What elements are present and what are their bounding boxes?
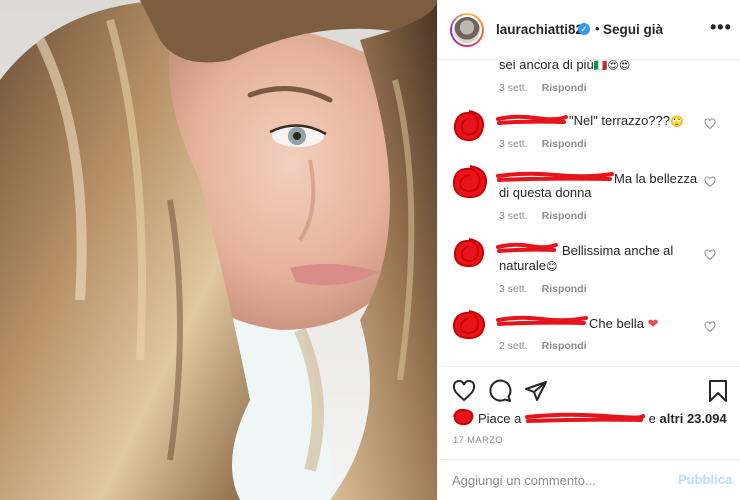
selfie-image — [0, 0, 437, 500]
comment-like-heart-icon[interactable] — [704, 118, 716, 130]
reply-button[interactable]: Rispondi — [542, 138, 587, 150]
redacted-avatar — [452, 310, 486, 340]
redacted-liker-avatar — [453, 408, 474, 426]
reply-button[interactable]: Rispondi — [542, 82, 587, 94]
heart-icon[interactable] — [452, 379, 476, 403]
comments-list[interactable]: sei ancora di più🇮🇹😍😍 3 sett. Rispondi "N… — [438, 60, 740, 366]
comment-text: Bellissima anche al — [562, 243, 674, 258]
likes-summary[interactable]: Piace a e altri 23.094 — [478, 411, 727, 426]
publish-button[interactable]: Pubblica — [678, 472, 732, 487]
redacted-username — [496, 171, 614, 182]
share-icon[interactable] — [524, 379, 548, 403]
comment-like-heart-icon[interactable] — [704, 249, 716, 261]
redacted-username — [496, 114, 568, 125]
separator-dot: • — [595, 21, 600, 36]
post-date[interactable]: 17 MARZO — [453, 435, 503, 446]
redacted-username — [496, 242, 558, 253]
comment-text: Ma la bellezza — [614, 171, 698, 186]
comment-text: Che bella ❤ — [589, 316, 659, 331]
comment-text-line2: naturale😊 — [499, 258, 558, 273]
comment-text-line2: di questa donna — [499, 185, 592, 200]
comment-meta: 2 sett. Rispondi — [499, 340, 587, 352]
comment-text: "Nel" terrazzo???🙄 — [569, 113, 684, 128]
reply-button[interactable]: Rispondi — [542, 340, 587, 352]
redacted-liker-name — [525, 412, 646, 423]
comment-time: 3 sett. — [499, 210, 528, 222]
comment-text: sei ancora di più🇮🇹😍😍 — [499, 60, 631, 72]
comment-time: 2 sett. — [499, 340, 528, 352]
more-options-icon[interactable]: ••• — [710, 17, 732, 38]
post-header: laurachiatti82 ✓ • Segui già ••• — [438, 0, 740, 60]
comment-time: 3 sett. — [499, 283, 528, 295]
username-link[interactable]: laurachiatti82 — [496, 22, 583, 37]
verified-badge-icon: ✓ — [578, 23, 590, 35]
comment-meta: 3 sett. Rispondi — [499, 210, 587, 222]
comment-meta: 3 sett. Rispondi — [499, 283, 587, 295]
following-button[interactable]: Segui già — [603, 22, 663, 37]
comment-meta: 3 sett. Rispondi — [499, 138, 587, 150]
post-photo[interactable] — [0, 0, 437, 500]
post-actions: Piace a e altri 23.094 17 MARZO Pubblica — [438, 366, 740, 490]
comment-icon[interactable] — [488, 379, 512, 403]
comment-time: 3 sett. — [499, 82, 528, 94]
reply-button[interactable]: Rispondi — [542, 283, 587, 295]
comment-meta: 3 sett. Rispondi — [499, 82, 587, 94]
add-comment-bar: Pubblica — [438, 459, 740, 500]
comment-like-heart-icon[interactable] — [704, 176, 716, 188]
reply-button[interactable]: Rispondi — [542, 210, 587, 222]
comment-input[interactable] — [452, 470, 662, 490]
redacted-avatar — [452, 165, 488, 199]
redacted-username — [496, 315, 588, 326]
redacted-avatar — [453, 238, 485, 268]
post-side-panel: laurachiatti82 ✓ • Segui già ••• sei anc… — [437, 0, 740, 500]
comment-like-heart-icon[interactable] — [704, 321, 716, 333]
bookmark-icon[interactable] — [706, 379, 730, 403]
redacted-avatar — [453, 110, 485, 142]
comment-time: 3 sett. — [499, 138, 528, 150]
avatar[interactable] — [450, 13, 484, 47]
